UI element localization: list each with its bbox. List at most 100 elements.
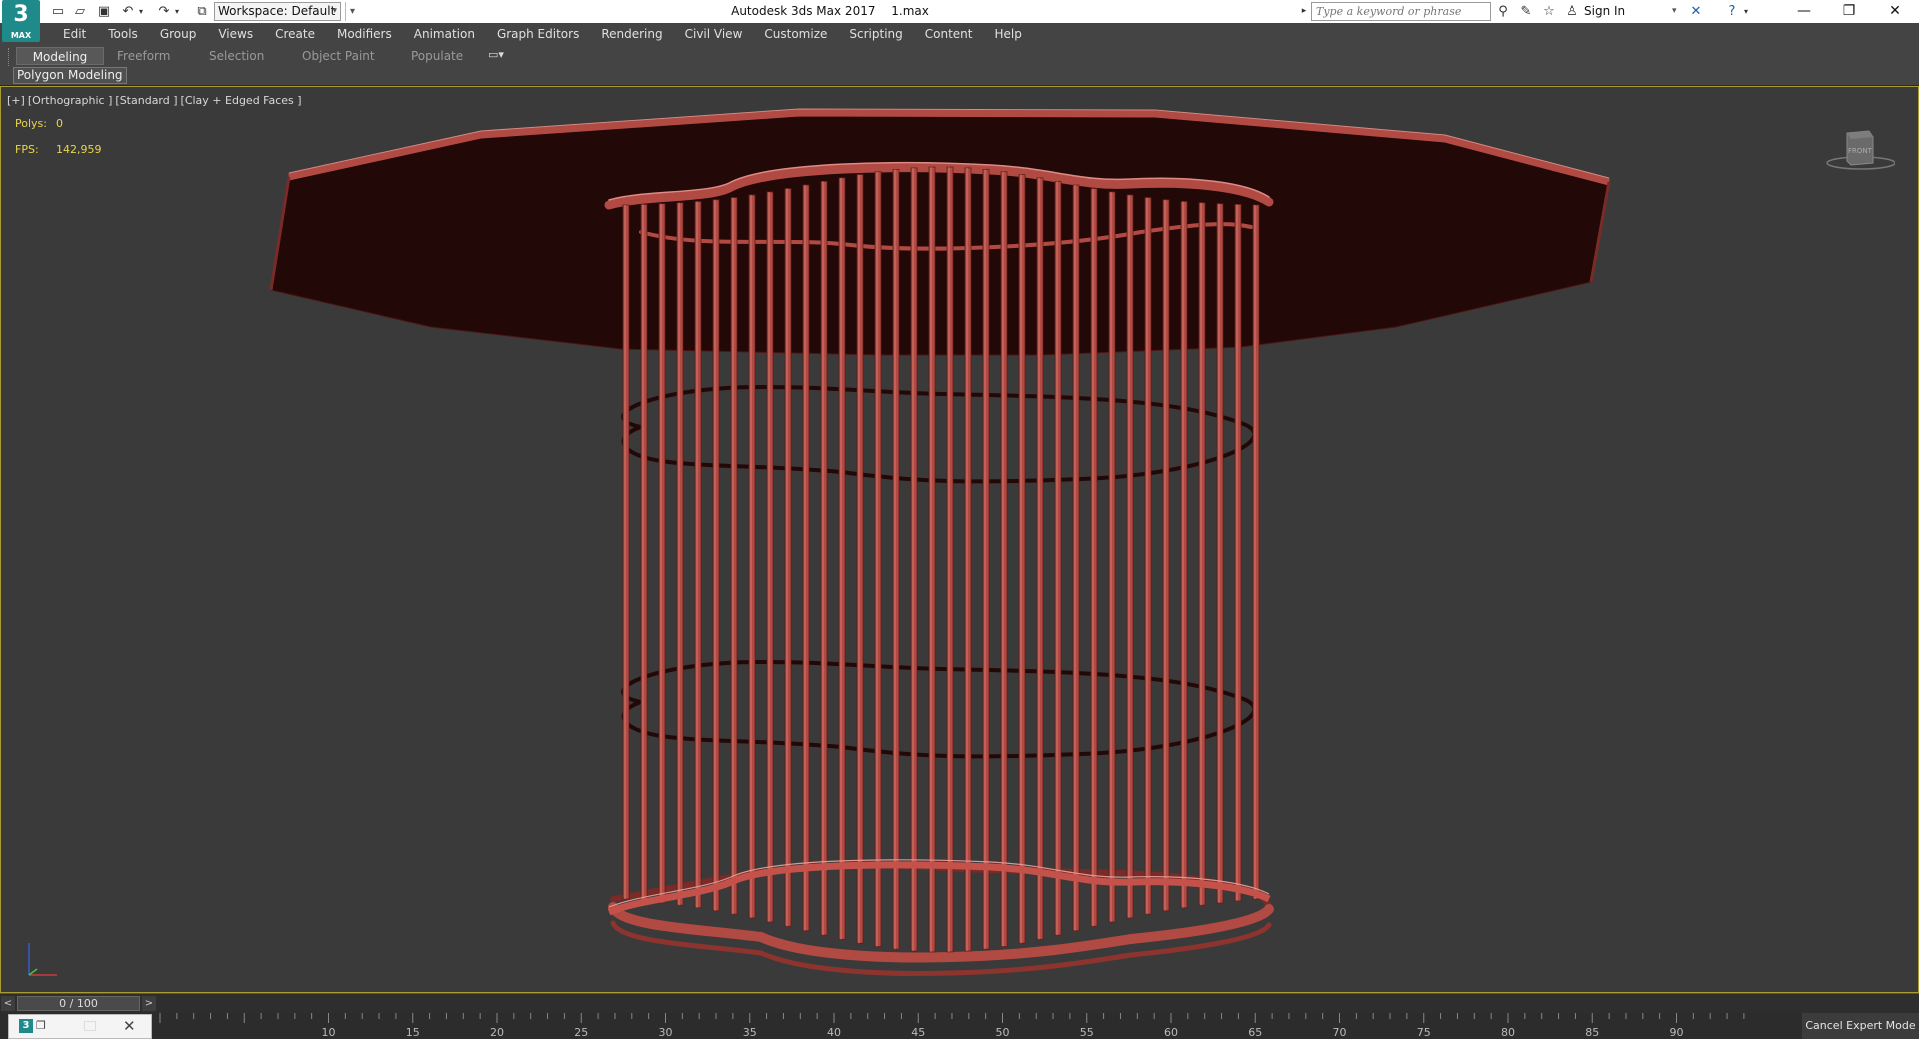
cage-bar bbox=[1180, 201, 1188, 909]
ruler-label: 40 bbox=[827, 1026, 841, 1039]
minimize-button[interactable]: — bbox=[1781, 0, 1827, 23]
viewcube[interactable]: FRONT bbox=[1825, 123, 1895, 183]
tab-object-paint[interactable]: Object Paint bbox=[294, 47, 383, 65]
menu-graph-editors[interactable]: Graph Editors bbox=[486, 23, 590, 45]
favorites-star-icon[interactable]: ☆ bbox=[1539, 2, 1559, 21]
help-icon[interactable]: ? bbox=[1722, 2, 1742, 21]
menu-views[interactable]: Views bbox=[207, 23, 264, 45]
timeline-ruler[interactable]: 101520253035404550556065707580859095100 bbox=[155, 1013, 1750, 1039]
stat-polys-label: Polys: bbox=[15, 117, 47, 130]
prev-frame-button[interactable]: < bbox=[1, 996, 15, 1011]
ruler-ticks bbox=[159, 1013, 1745, 1023]
workspace-select[interactable]: Workspace: Default ▾ bbox=[214, 2, 341, 21]
undo-icon[interactable]: ↶ bbox=[118, 2, 138, 21]
cage-bar bbox=[1126, 194, 1134, 919]
tab-selection[interactable]: Selection bbox=[201, 47, 272, 65]
project-folder-icon[interactable]: ⧉ bbox=[192, 2, 212, 21]
viewport-label-menu[interactable]: [+] [Orthographic ] [Standard ] [Clay + Edg… bbox=[7, 94, 305, 107]
cage-bar bbox=[802, 184, 810, 932]
menu-tools[interactable]: Tools bbox=[97, 23, 149, 45]
menu-create[interactable]: Create bbox=[264, 23, 326, 45]
menu-rendering[interactable]: Rendering bbox=[590, 23, 673, 45]
communication-center-icon[interactable]: ✎ bbox=[1516, 2, 1536, 21]
close-button[interactable]: ✕ bbox=[1872, 0, 1918, 23]
cage-bar bbox=[928, 166, 936, 953]
open-folder-icon[interactable]: ▱ bbox=[70, 2, 90, 21]
ruler-label: 55 bbox=[1080, 1026, 1094, 1039]
quick-access-customize-icon[interactable]: ▾ bbox=[345, 2, 359, 21]
redo-icon[interactable]: ↷ bbox=[154, 2, 174, 21]
sign-in-dropdown-icon[interactable]: ▾ bbox=[1672, 2, 1677, 21]
cage-bar bbox=[1216, 203, 1224, 904]
tab-populate[interactable]: Populate bbox=[403, 47, 471, 65]
polygon-modeling-panel-button[interactable]: Polygon Modeling bbox=[13, 67, 127, 84]
ruler-label: 20 bbox=[490, 1026, 504, 1039]
app-logo-button[interactable]: 3 MAX bbox=[2, 0, 40, 42]
ruler-label: 60 bbox=[1164, 1026, 1178, 1039]
restore-button[interactable]: ❐ bbox=[1826, 0, 1872, 23]
ruler-label: 85 bbox=[1585, 1026, 1599, 1039]
stat-fps-label: FPS: bbox=[15, 143, 39, 156]
close-window-icon[interactable]: ✕ bbox=[123, 1017, 136, 1035]
cage-bar bbox=[892, 169, 900, 950]
menu-scripting[interactable]: Scripting bbox=[838, 23, 913, 45]
exchange-apps-icon[interactable]: ✕ bbox=[1686, 2, 1706, 21]
cage-bar bbox=[1054, 180, 1062, 936]
cage-bar bbox=[910, 167, 918, 952]
menu-group[interactable]: Group bbox=[149, 23, 208, 45]
cage-bar bbox=[748, 194, 756, 919]
next-frame-button[interactable]: > bbox=[142, 996, 156, 1011]
menu-content[interactable]: Content bbox=[914, 23, 984, 45]
ribbon-minimize-icon[interactable]: ▭▾ bbox=[488, 48, 504, 61]
time-slider[interactable]: 0 / 100 bbox=[17, 996, 140, 1011]
cage-bar bbox=[784, 188, 792, 927]
cage-bar bbox=[1000, 171, 1008, 947]
cage-bar bbox=[1036, 177, 1044, 940]
binoculars-icon[interactable]: ⚲ bbox=[1493, 2, 1513, 21]
cage-bar bbox=[874, 171, 882, 947]
viewport-point-of-view-menu[interactable]: [Orthographic ] bbox=[28, 94, 113, 107]
menu-modifiers[interactable]: Modifiers bbox=[326, 23, 403, 45]
menu-edit[interactable]: Edit bbox=[52, 23, 97, 45]
new-file-icon[interactable]: ▭ bbox=[48, 2, 68, 21]
cage-bar bbox=[1072, 184, 1080, 932]
ruler-label: 35 bbox=[743, 1026, 757, 1039]
viewport-general-menu[interactable]: [+] bbox=[7, 94, 25, 107]
cage-bar bbox=[1198, 202, 1206, 906]
menu-help[interactable]: Help bbox=[984, 23, 1033, 45]
viewport-shading-quality-menu[interactable]: [Standard ] bbox=[115, 94, 177, 107]
sign-in-button[interactable]: Sign In bbox=[1584, 2, 1625, 21]
user-icon: ♙ bbox=[1566, 4, 1578, 19]
window-placeholder-icon bbox=[84, 1021, 96, 1031]
viewport-orthographic[interactable]: [+] [Orthographic ] [Standard ] [Clay + Edg… bbox=[0, 86, 1919, 993]
stat-polys: Polys: 0 bbox=[15, 117, 63, 130]
ruler-label: 70 bbox=[1333, 1026, 1347, 1039]
search-input[interactable] bbox=[1311, 2, 1491, 21]
cage-bar bbox=[1162, 199, 1170, 912]
menu-customize[interactable]: Customize bbox=[753, 23, 838, 45]
cancel-expert-mode-button[interactable]: Cancel Expert Mode bbox=[1802, 1013, 1919, 1039]
search-expand-icon[interactable]: ▸ bbox=[1298, 2, 1310, 21]
axis-tripod-icon bbox=[28, 943, 57, 976]
cage-bar bbox=[1018, 174, 1026, 944]
taskbar-window-thumbnail[interactable]: 3 ❐ ✕ bbox=[8, 1014, 152, 1039]
ribbon-grip-handle[interactable] bbox=[8, 48, 11, 66]
undo-dropdown-icon[interactable]: ▾ bbox=[136, 2, 146, 21]
redo-dropdown-icon[interactable]: ▾ bbox=[172, 2, 182, 21]
track-bar: 3 ❐ ✕ 10 15 20 25 30 35 40 45 50 55 60 65 70 75 80 85 90… bbox=[0, 1013, 1919, 1039]
cage-bar bbox=[730, 197, 738, 915]
restore-window-icon[interactable]: ❐ bbox=[36, 1019, 46, 1032]
cage-bar bbox=[694, 201, 702, 909]
save-icon[interactable]: ▣ bbox=[94, 2, 114, 21]
viewport-display-style-menu[interactable]: [Clay + Edged Faces ] bbox=[181, 94, 302, 107]
tab-freeform[interactable]: Freeform bbox=[109, 47, 178, 65]
help-dropdown-icon[interactable]: ▾ bbox=[1740, 2, 1752, 21]
menu-animation[interactable]: Animation bbox=[403, 23, 486, 45]
cage-bar bbox=[838, 177, 846, 940]
tab-modeling[interactable]: Modeling bbox=[16, 47, 104, 65]
cage-bar bbox=[1144, 197, 1152, 915]
ruler-label: 50 bbox=[996, 1026, 1010, 1039]
ruler-label: 90 bbox=[1670, 1026, 1684, 1039]
menu-civil-view[interactable]: Civil View bbox=[674, 23, 754, 45]
cage-bar bbox=[622, 204, 630, 900]
